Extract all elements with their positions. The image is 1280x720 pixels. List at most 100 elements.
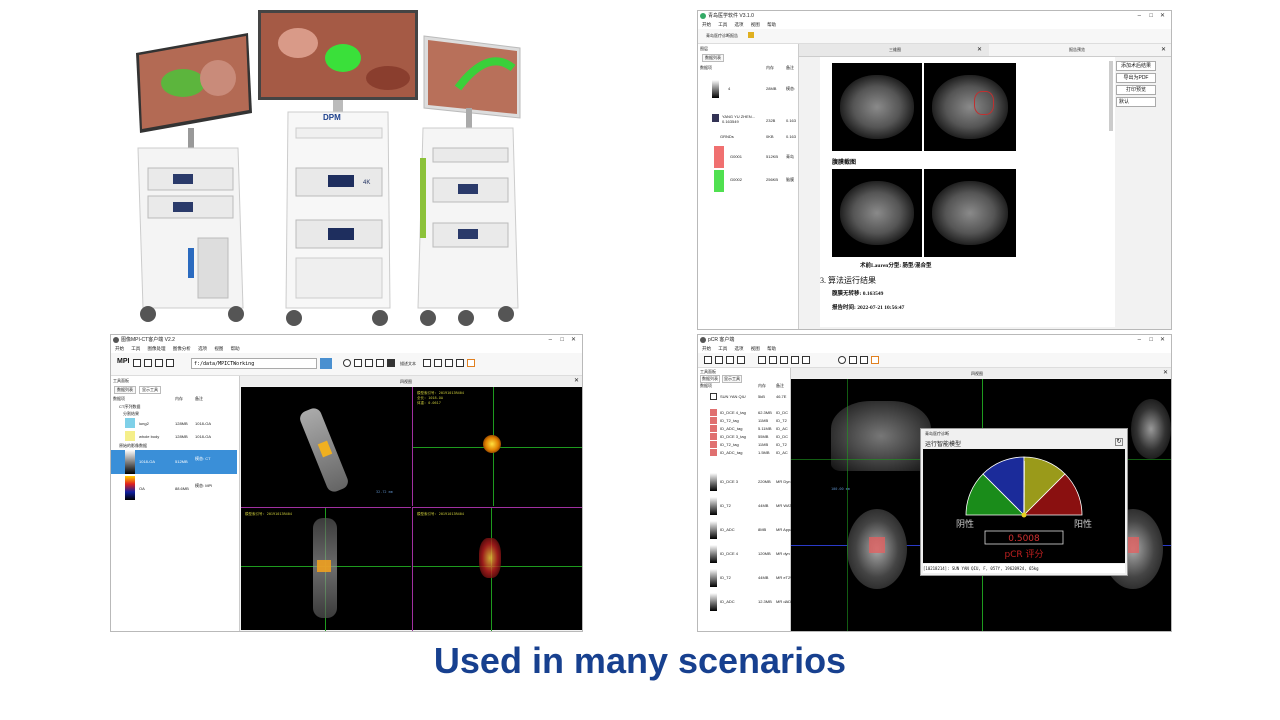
open-file-icon[interactable]: [133, 359, 141, 367]
crop-icon[interactable]: [860, 356, 868, 364]
folder-icon[interactable]: [737, 356, 745, 364]
tree-item-label[interactable]: 4: [728, 86, 730, 91]
list-item-label[interactable]: lung2: [139, 421, 149, 426]
menu-help[interactable]: 帮助: [767, 346, 776, 351]
folder-icon[interactable]: [166, 359, 174, 367]
tab-display-tools[interactable]: 显示工具: [139, 386, 161, 394]
menu-view[interactable]: 视图: [751, 22, 760, 27]
tree-item-label[interactable]: GRNDs: [720, 134, 734, 139]
close-view-icon[interactable]: ✕: [574, 377, 579, 384]
expand-icon[interactable]: [791, 356, 799, 364]
list-item-label[interactable]: ID_T2: [720, 575, 731, 580]
close-tab-icon[interactable]: ✕: [977, 46, 982, 53]
close-icon[interactable]: ✕: [1160, 335, 1165, 345]
list-item-label[interactable]: whole body: [139, 434, 159, 439]
palette-icon[interactable]: [467, 359, 475, 367]
menu-tools[interactable]: 工具: [718, 22, 727, 27]
minimize-icon[interactable]: –: [1138, 11, 1141, 21]
close-icon[interactable]: ✕: [1160, 11, 1165, 21]
scrollbar[interactable]: [1109, 61, 1113, 131]
menu-tools[interactable]: 工具: [718, 346, 727, 351]
pen-icon[interactable]: [423, 359, 431, 367]
minimize-icon[interactable]: –: [1138, 335, 1141, 345]
template-select[interactable]: 默认: [1116, 97, 1156, 107]
browse-button[interactable]: [320, 358, 332, 369]
report-icon[interactable]: [748, 32, 754, 38]
refresh-icon[interactable]: ↻: [1115, 438, 1123, 446]
image-icon[interactable]: [376, 359, 384, 367]
maximize-icon[interactable]: □: [1149, 335, 1153, 345]
maximize-icon[interactable]: □: [1149, 11, 1153, 21]
print-preview-button[interactable]: 打印预览: [1116, 85, 1156, 95]
gear-icon[interactable]: [838, 356, 846, 364]
hand-icon[interactable]: [758, 356, 766, 364]
power-icon[interactable]: [343, 359, 351, 367]
crosshair-icon[interactable]: [354, 359, 362, 367]
menu-help[interactable]: 帮助: [231, 346, 240, 351]
list-item-label[interactable]: SUN YAN QIU: [720, 394, 746, 399]
menu-start[interactable]: 开始: [115, 346, 124, 351]
list-item-label[interactable]: ID_T2: [720, 503, 731, 508]
toolbar-text[interactable]: 描述文本: [400, 361, 416, 367]
document-icon[interactable]: [155, 359, 163, 367]
pin-icon[interactable]: [434, 359, 442, 367]
menu-help[interactable]: 帮助: [767, 22, 776, 27]
group-raw-images[interactable]: 原始的影像数据: [119, 443, 147, 449]
menu-options[interactable]: 选项: [735, 22, 744, 27]
tab-display-tools[interactable]: 显示工具: [722, 375, 742, 383]
add-file-icon[interactable]: [715, 356, 723, 364]
list-item-label[interactable]: ID_ADC_tag: [720, 426, 742, 431]
group-segmentation[interactable]: 分割结果: [123, 411, 139, 417]
path-input[interactable]: f:/data/MPICTWorking: [191, 358, 317, 369]
rotate-icon[interactable]: [780, 356, 788, 364]
close-view-icon[interactable]: ✕: [1163, 369, 1168, 376]
toolbar-label[interactable]: 青岛医疗诊断报告: [706, 33, 738, 39]
menu-view[interactable]: 视图: [214, 346, 223, 351]
menu-tools[interactable]: 工具: [131, 346, 140, 351]
view-sagittal[interactable]: 模型索引号: 20191013R404: [412, 507, 582, 631]
close-tab-icon[interactable]: ✕: [1161, 46, 1166, 53]
warning-icon[interactable]: [445, 359, 453, 367]
eye-icon[interactable]: [387, 359, 395, 367]
tree-item-label[interactable]: YANG YU ZHEN... 0.163549: [722, 114, 762, 124]
add-file-icon[interactable]: [144, 359, 152, 367]
image-icon[interactable]: [802, 356, 810, 364]
menu-options[interactable]: 选项: [735, 346, 744, 351]
view-axial[interactable]: 模型索引号: 20191013R404 全长: 1018-OA 体重: 0.06…: [412, 387, 582, 506]
list-item-label[interactable]: ID_T2_tag: [720, 442, 739, 447]
minimize-icon[interactable]: –: [549, 335, 552, 345]
view-coronal[interactable]: 模型索引号: 20191013R404: [241, 507, 411, 631]
list-item-label[interactable]: ID_DCE 3_tag: [720, 434, 746, 439]
list-item-label[interactable]: ID_ADC_tag: [720, 450, 742, 455]
menu-view[interactable]: 视图: [751, 346, 760, 351]
view-3d[interactable]: 32.72 mm: [241, 387, 411, 506]
copy-icon[interactable]: [769, 356, 777, 364]
maximize-icon[interactable]: □: [560, 335, 564, 345]
menu-start[interactable]: 开始: [702, 346, 711, 351]
link-icon[interactable]: [849, 356, 857, 364]
palette-icon[interactable]: [871, 356, 879, 364]
list-item-label[interactable]: ID_DCE 3: [720, 479, 738, 484]
add-postop-result-button[interactable]: 添加术后结果: [1116, 61, 1156, 71]
crop-icon[interactable]: [456, 359, 464, 367]
document-icon[interactable]: [726, 356, 734, 364]
list-item-label[interactable]: 1018-OA: [139, 459, 155, 464]
menu-image-processing[interactable]: 图像处理: [148, 346, 166, 351]
expand-icon[interactable]: [365, 359, 373, 367]
export-pdf-button[interactable]: 导出为PDF: [1116, 73, 1156, 83]
tree-item-label[interactable]: G0001: [730, 154, 742, 159]
tab-data-list[interactable]: 数据列表: [700, 375, 720, 383]
four-view[interactable]: 32.72 mm 模型索引号: 20191013R404 全长: 1018-OA…: [241, 387, 582, 631]
list-item-label[interactable]: ID_DCE 4_tag: [720, 410, 746, 415]
list-item-label[interactable]: ID_DCE 4: [720, 551, 738, 556]
menu-options[interactable]: 选项: [198, 346, 207, 351]
open-file-icon[interactable]: [704, 356, 712, 364]
tab-3d[interactable]: 三维图 ✕: [799, 44, 989, 57]
tab-data-list[interactable]: 数据列表: [702, 54, 724, 62]
tree-item-label[interactable]: G0002: [730, 177, 742, 182]
close-icon[interactable]: ✕: [571, 335, 576, 345]
list-item-label[interactable]: ID_ADC: [720, 599, 735, 604]
list-item-label[interactable]: ID_T2_tag: [720, 418, 739, 423]
list-item-label[interactable]: OA: [139, 486, 145, 491]
group-ct-series[interactable]: CT序列数据: [119, 404, 140, 410]
